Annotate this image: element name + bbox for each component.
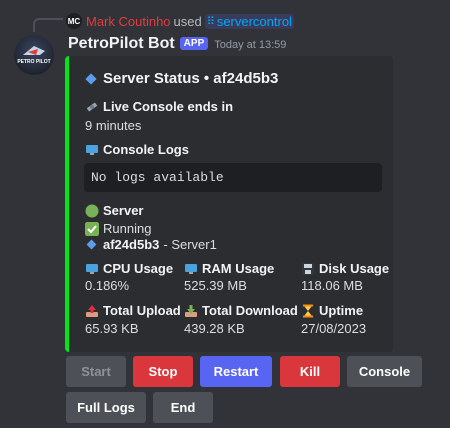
- disk-usage-field-name: Disk Usage: [301, 261, 389, 276]
- start-button[interactable]: Start: [66, 356, 126, 387]
- embed-title: Server Status • af24d5b3: [85, 70, 278, 87]
- console-logs-label: Console Logs: [103, 142, 189, 157]
- message-timestamp: Today at 13:59: [214, 39, 287, 51]
- restart-button[interactable]: Restart: [200, 356, 272, 387]
- total-download-value: 439.28 KB: [184, 321, 245, 336]
- full-logs-button[interactable]: Full Logs: [66, 392, 146, 423]
- uptime-field-name: Uptime: [301, 303, 363, 318]
- total-upload-field-name: Total Upload: [85, 303, 181, 318]
- app-command-icon: ⠿: [206, 15, 215, 28]
- stop-button[interactable]: Stop: [133, 356, 193, 387]
- end-button[interactable]: End: [153, 392, 213, 423]
- console-logs-codeblock: No logs available: [84, 163, 382, 192]
- reply-reference[interactable]: MC Mark Coutinho used ⠿ servercontrol: [66, 12, 294, 30]
- total-download-field-name: Total Download: [184, 303, 298, 318]
- embed-title-text: Server Status • af24d5b3: [103, 70, 279, 87]
- ram-usage-field-name: RAM Usage: [184, 261, 274, 276]
- server-name: - Server1: [163, 237, 217, 252]
- ram-usage-value: 525.39 MB: [184, 278, 247, 293]
- live-console-label: Live Console ends in: [103, 99, 234, 114]
- download-tray-icon: [185, 304, 197, 317]
- cpu-usage-field-name: CPU Usage: [85, 261, 173, 276]
- check-mark-icon: [85, 221, 99, 236]
- live-console-value: 9 minutes: [85, 118, 142, 133]
- server-field-name: Server: [85, 203, 143, 218]
- kill-button[interactable]: Kill: [280, 356, 340, 387]
- reply-connector: [33, 18, 63, 32]
- disk-usage-value: 118.06 MB: [301, 278, 363, 293]
- ram-usage-label: RAM Usage: [202, 261, 275, 276]
- cpu-usage-value: 0.186%: [85, 278, 130, 293]
- server-status-row: Running: [85, 221, 151, 236]
- monitor-icon: [86, 144, 98, 155]
- monitor-icon: [86, 263, 98, 274]
- server-label: Server: [103, 203, 144, 218]
- monitor-icon: [185, 263, 197, 274]
- bot-avatar-text: PETRO PILOT: [17, 59, 50, 65]
- server-id: af24d5b3: [103, 237, 160, 252]
- total-download-label: Total Download: [202, 303, 298, 318]
- uptime-label: Uptime: [319, 303, 364, 318]
- command-name: servercontrol: [216, 13, 292, 29]
- satellite-icon: [86, 101, 98, 112]
- console-button[interactable]: Console: [347, 356, 422, 387]
- green-circle-icon: [85, 204, 99, 217]
- hourglass-icon: [303, 304, 313, 317]
- message-header: PetroPilot Bot APP Today at 13:59: [68, 35, 286, 53]
- slash-command-mention[interactable]: ⠿ servercontrol: [204, 13, 294, 29]
- cpu-usage-label: CPU Usage: [103, 261, 174, 276]
- total-upload-label: Total Upload: [103, 303, 181, 318]
- reply-username[interactable]: Mark Coutinho: [86, 14, 171, 29]
- reply-used-text: used: [173, 13, 202, 29]
- upload-tray-icon: [86, 304, 98, 317]
- bot-avatar-logo: PETRO PILOT: [17, 46, 51, 65]
- app-badge: APP: [179, 37, 209, 50]
- floppy-disk-icon: [302, 262, 314, 275]
- live-console-field-name: Live Console ends in: [85, 99, 233, 114]
- disk-usage-label: Disk Usage: [319, 261, 390, 276]
- total-upload-value: 65.93 KB: [85, 321, 139, 336]
- console-logs-field-name: Console Logs: [85, 142, 189, 157]
- bot-avatar[interactable]: PETRO PILOT: [14, 35, 54, 75]
- blue-diamond-icon: [85, 72, 97, 85]
- reply-user-avatar[interactable]: MC: [66, 13, 82, 29]
- uptime-value: 27/08/2023: [301, 321, 367, 336]
- bot-username[interactable]: PetroPilot Bot: [68, 35, 175, 53]
- small-blue-diamond-icon: [86, 239, 97, 250]
- server-id-row: af24d5b3 - Server1: [85, 237, 217, 252]
- server-status-embed: Server Status • af24d5b3 Live Console en…: [65, 56, 393, 352]
- server-status-value: Running: [103, 221, 152, 236]
